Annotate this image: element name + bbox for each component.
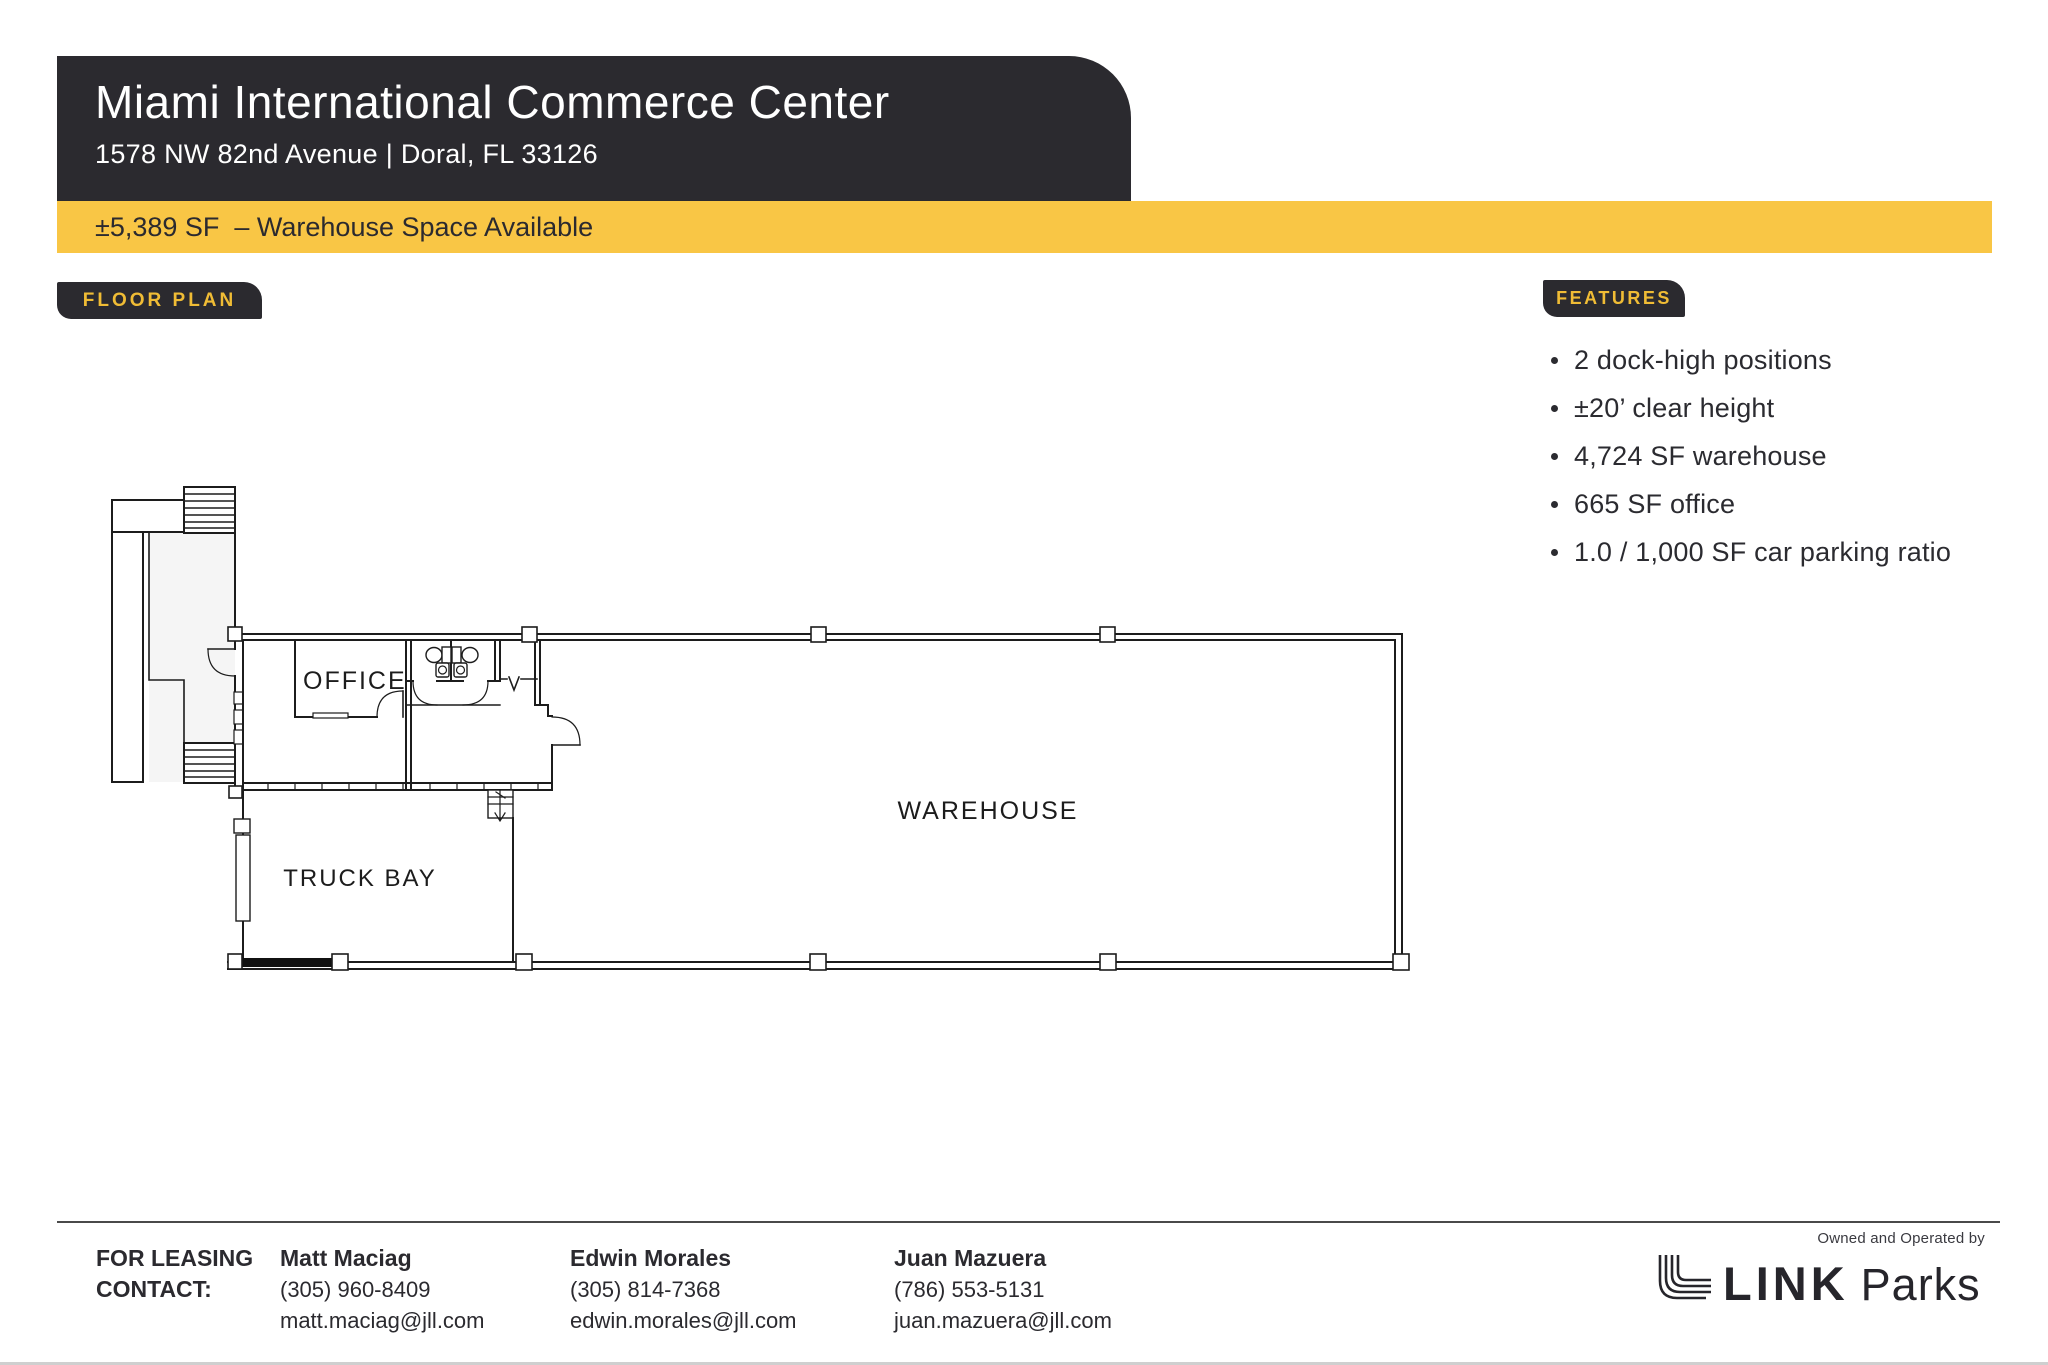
contact-email: matt.maciag@jll.com: [280, 1305, 485, 1336]
leasing-heading-line2: CONTACT:: [96, 1274, 253, 1305]
contact-name: Juan Mazuera: [894, 1243, 1112, 1274]
feature-item: 1.0 / 1,000 SF car parking ratio: [1551, 528, 2031, 576]
floor-plan-badge: FLOOR PLAN: [57, 282, 262, 319]
floor-plan-drawing: OFFICE WAREHOUSE TRUCK BAY: [100, 480, 1440, 1000]
truck-bay-label: TRUCK BAY: [283, 865, 437, 892]
leasing-heading-line1: FOR LEASING: [96, 1243, 253, 1274]
feature-item: 4,724 SF warehouse: [1551, 432, 2031, 480]
feature-item: 2 dock-high positions: [1551, 336, 2031, 384]
contact-email: edwin.morales@jll.com: [570, 1305, 797, 1336]
logo-row: LINK Parks: [1655, 1253, 1985, 1307]
bullet-icon: [1551, 453, 1558, 460]
feature-text: 665 SF office: [1574, 489, 1735, 520]
flyer-page: Miami International Commerce Center 1578…: [0, 0, 2048, 1365]
availability-text: ±5,389 SF – Warehouse Space Available: [95, 212, 593, 243]
warehouse-label: WAREHOUSE: [898, 797, 1079, 825]
contact-email: juan.mazuera@jll.com: [894, 1305, 1112, 1336]
feature-text: 4,724 SF warehouse: [1574, 441, 1827, 472]
feature-item: ±20’ clear height: [1551, 384, 2031, 432]
bullet-icon: [1551, 357, 1558, 364]
office-label: OFFICE: [303, 667, 407, 695]
feature-item: 665 SF office: [1551, 480, 2031, 528]
logo-tagline: Owned and Operated by: [1655, 1230, 1985, 1247]
availability-banner: ±5,389 SF – Warehouse Space Available: [57, 201, 1992, 253]
contact-name: Matt Maciag: [280, 1243, 485, 1274]
leasing-contact-heading: FOR LEASING CONTACT:: [96, 1243, 253, 1305]
bullet-icon: [1551, 501, 1558, 508]
property-address: 1578 NW 82nd Avenue | Doral, FL 33126: [95, 139, 1131, 170]
contact-phone: (305) 960-8409: [280, 1274, 485, 1305]
contact-phone: (786) 553-5131: [894, 1274, 1112, 1305]
logo-brand-secondary: Parks: [1861, 1262, 1981, 1307]
footer-divider: [57, 1221, 2000, 1223]
contact-name: Edwin Morales: [570, 1243, 797, 1274]
feature-text: 2 dock-high positions: [1574, 345, 1832, 376]
bullet-icon: [1551, 405, 1558, 412]
features-list: 2 dock-high positions ±20’ clear height …: [1551, 336, 2031, 576]
link-parks-logo: Owned and Operated by LINK Parks: [1655, 1230, 1985, 1307]
logo-brand-primary: LINK: [1723, 1260, 1849, 1307]
contact-card: Matt Maciag (305) 960-8409 matt.maciag@j…: [280, 1243, 485, 1336]
features-badge: FEATURES: [1543, 280, 1685, 317]
contact-card: Edwin Morales (305) 814-7368 edwin.moral…: [570, 1243, 797, 1336]
header: Miami International Commerce Center 1578…: [57, 56, 1131, 201]
contact-card: Juan Mazuera (786) 553-5131 juan.mazuera…: [894, 1243, 1112, 1336]
bullet-icon: [1551, 549, 1558, 556]
feature-text: ±20’ clear height: [1574, 393, 1774, 424]
contact-phone: (305) 814-7368: [570, 1274, 797, 1305]
link-l-mark-icon: [1655, 1253, 1711, 1307]
page-title: Miami International Commerce Center: [95, 56, 1131, 128]
feature-text: 1.0 / 1,000 SF car parking ratio: [1574, 537, 1951, 568]
